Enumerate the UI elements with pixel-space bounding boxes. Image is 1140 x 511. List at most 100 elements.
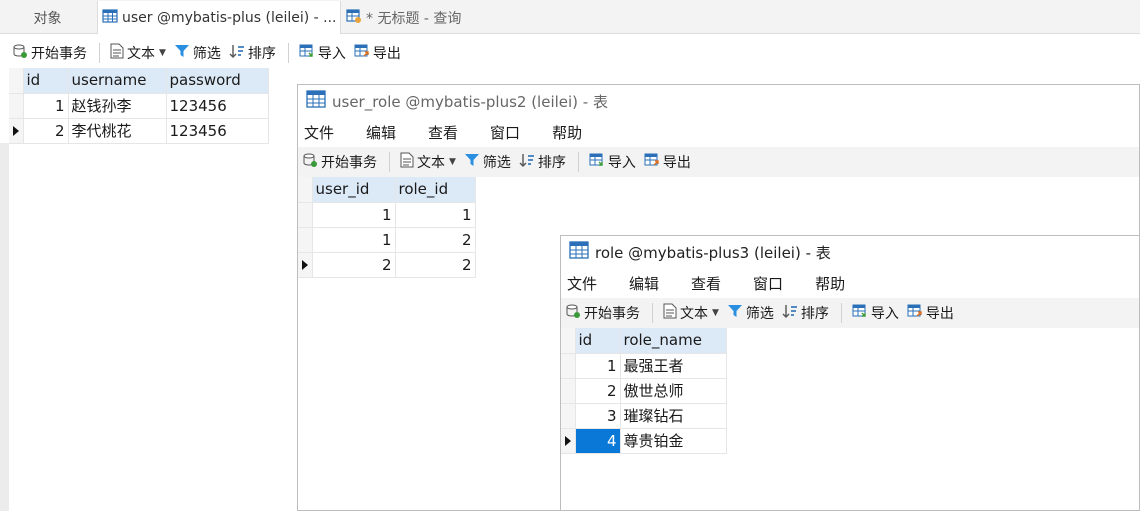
main-toolbar: 开始事务 文本 ▼ 筛选 排序 导入 导出 (12, 38, 409, 68)
cell-role-name[interactable]: 尊贵铂金 (620, 428, 727, 454)
menu-view[interactable]: 查看 (691, 273, 721, 294)
text-button[interactable]: 文本 ▼ (663, 303, 719, 323)
window-toolbar: 开始事务 文本 ▼ 筛选 排序 导入 导出 (298, 147, 1139, 177)
table-icon (569, 241, 589, 263)
sort-icon (782, 303, 798, 323)
text-label: 文本 (127, 46, 155, 62)
menu-window[interactable]: 窗口 (490, 122, 520, 143)
import-button[interactable]: 导入 (299, 43, 346, 63)
column-header-id[interactable]: id (575, 328, 621, 354)
filter-icon (174, 43, 190, 63)
sort-button[interactable]: 排序 (229, 43, 276, 63)
table-row[interactable]: 2 傲世总师 (561, 378, 727, 404)
import-icon (852, 303, 868, 323)
left-gutter (0, 143, 9, 511)
row-marker (9, 118, 24, 144)
cell-username[interactable]: 赵钱孙李 (68, 93, 167, 119)
menu-bar: 文件 编辑 查看 窗口 帮助 (561, 268, 1139, 298)
transaction-icon (302, 152, 318, 172)
column-header-role-id[interactable]: role_id (395, 177, 476, 203)
transaction-icon (12, 43, 28, 63)
cell-id-selected[interactable]: 4 (575, 428, 621, 454)
text-document-icon (110, 43, 124, 63)
table-row[interactable]: 2 2 (298, 252, 476, 278)
cell-password[interactable]: 123456 (166, 93, 269, 119)
header-row: id role_name (561, 328, 727, 354)
cell-id[interactable]: 2 (23, 118, 69, 144)
menu-file[interactable]: 文件 (567, 273, 597, 294)
table-row-selected[interactable]: 4 尊贵铂金 (561, 428, 727, 454)
table-row[interactable]: 1 最强王者 (561, 353, 727, 379)
tab-untitled-query[interactable]: * 无标题 - 查询 (342, 1, 587, 34)
menu-edit[interactable]: 编辑 (366, 122, 396, 143)
import-button[interactable]: 导入 (589, 152, 636, 172)
table-row[interactable]: 1 赵钱孙李 123456 (9, 93, 269, 119)
cell-id[interactable]: 1 (575, 353, 621, 379)
menu-window[interactable]: 窗口 (753, 273, 783, 294)
cell-role-name[interactable]: 璀璨钻石 (620, 403, 727, 429)
begin-transaction-button[interactable]: 开始事务 (302, 152, 377, 172)
cell-id[interactable]: 3 (575, 403, 621, 429)
column-header-user-id[interactable]: user_id (312, 177, 396, 203)
cell-username[interactable]: 李代桃花 (68, 118, 167, 144)
cell-user-id[interactable]: 1 (312, 202, 396, 228)
cell-id[interactable]: 2 (575, 378, 621, 404)
menu-help[interactable]: 帮助 (552, 122, 582, 143)
text-label: 文本 (680, 306, 708, 322)
table-row[interactable]: 2 李代桃花 123456 (9, 118, 269, 144)
menu-view[interactable]: 查看 (428, 122, 458, 143)
cell-role-id[interactable]: 2 (395, 252, 476, 278)
export-button[interactable]: 导出 (644, 152, 691, 172)
sort-label: 排序 (800, 306, 829, 322)
text-button[interactable]: 文本 ▼ (110, 43, 166, 63)
menu-help[interactable]: 帮助 (815, 273, 845, 294)
sort-button[interactable]: 排序 (519, 152, 566, 172)
cell-user-id[interactable]: 2 (312, 252, 396, 278)
cell-role-id[interactable]: 1 (395, 202, 476, 228)
column-header-username[interactable]: username (68, 68, 167, 94)
window-title-bar[interactable]: user_role @mybatis-plus2 (leilei) - 表 (298, 85, 1139, 117)
table-row[interactable]: 1 2 (298, 227, 476, 253)
tab-user-table[interactable]: user @mybatis-plus (leilei) - ... (97, 1, 341, 34)
import-button[interactable]: 导入 (852, 303, 899, 323)
cell-role-name[interactable]: 最强王者 (620, 353, 727, 379)
menu-file[interactable]: 文件 (304, 122, 334, 143)
export-button[interactable]: 导出 (354, 43, 401, 63)
tab-objects[interactable]: 对象 (0, 1, 95, 34)
export-label: 导出 (925, 306, 954, 322)
text-button[interactable]: 文本 ▼ (400, 152, 456, 172)
column-header-password[interactable]: password (166, 68, 269, 94)
cell-user-id[interactable]: 1 (312, 227, 396, 253)
filter-button[interactable]: 筛选 (174, 43, 221, 63)
sort-icon (519, 152, 535, 172)
sort-button[interactable]: 排序 (782, 303, 829, 323)
sort-label: 排序 (537, 155, 566, 171)
column-header-role-name[interactable]: role_name (620, 328, 727, 354)
cell-password[interactable]: 123456 (166, 118, 269, 144)
cell-id[interactable]: 1 (23, 93, 69, 119)
role-window: role @mybatis-plus3 (leilei) - 表 文件 编辑 查… (560, 235, 1140, 511)
begin-transaction-button[interactable]: 开始事务 (12, 43, 87, 63)
table-icon (306, 90, 326, 112)
begin-transaction-label: 开始事务 (584, 306, 640, 322)
menu-edit[interactable]: 编辑 (629, 273, 659, 294)
export-button[interactable]: 导出 (907, 303, 954, 323)
filter-button[interactable]: 筛选 (464, 152, 511, 172)
window-title-bar[interactable]: role @mybatis-plus3 (leilei) - 表 (561, 236, 1139, 268)
begin-transaction-button[interactable]: 开始事务 (565, 303, 640, 323)
filter-label: 筛选 (482, 155, 511, 171)
filter-button[interactable]: 筛选 (727, 303, 774, 323)
row-marker (561, 403, 576, 429)
tab-bar: 对象 user @mybatis-plus (leilei) - ... * 无… (0, 0, 1140, 34)
table-row[interactable]: 1 1 (298, 202, 476, 228)
cell-role-id[interactable]: 2 (395, 227, 476, 253)
cell-role-name[interactable]: 傲世总师 (620, 378, 727, 404)
column-header-id[interactable]: id (23, 68, 69, 94)
header-row: id username password (9, 68, 269, 94)
row-marker (298, 202, 313, 228)
import-label: 导入 (607, 155, 636, 171)
import-icon (589, 152, 605, 172)
table-row[interactable]: 3 璀璨钻石 (561, 403, 727, 429)
import-label: 导入 (317, 46, 346, 62)
row-marker (561, 353, 576, 379)
